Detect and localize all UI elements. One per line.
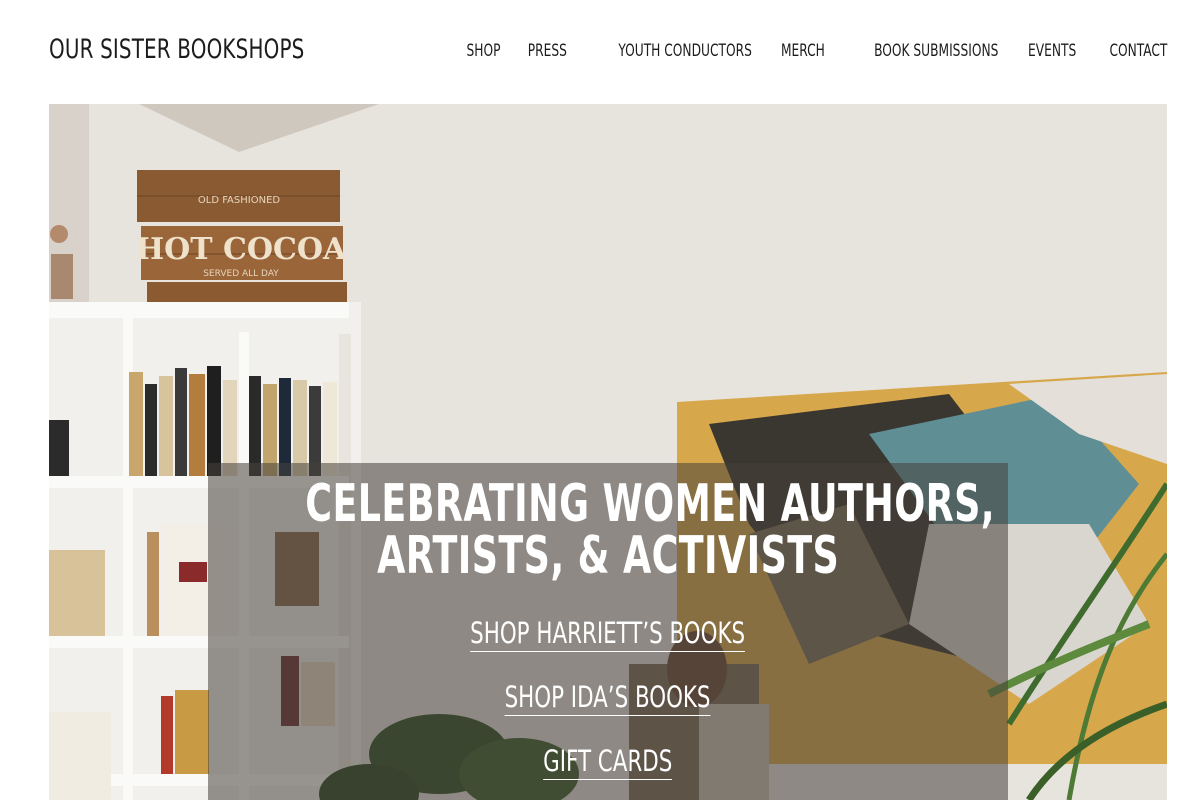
nav-shop[interactable]: SHOP — [466, 41, 500, 61]
site-header: OUR SISTER BOOKSHOPS SHOP PRESS YOUTH CO… — [0, 0, 1200, 104]
nav-contact[interactable]: CONTACT — [1109, 41, 1167, 61]
sign-text-main: HOT COCOA — [136, 232, 347, 267]
gift-cards-link[interactable]: GIFT CARDS — [543, 744, 673, 780]
cta-row-harriett: SHOP HARRIETT’S BOOKS — [208, 616, 1008, 652]
sign-text-sub: SERVED ALL DAY — [203, 269, 279, 279]
hero-headline: CELEBRATING WOMEN AUTHORS, ARTISTS, & AC… — [208, 478, 1008, 582]
cta-row-gift-cards: GIFT CARDS — [208, 744, 1008, 780]
sign-text-top: OLD FASHIONED — [198, 195, 280, 206]
shop-harriett-books-link[interactable]: SHOP HARRIETT’S BOOKS — [470, 616, 746, 652]
shop-ida-books-link[interactable]: SHOP IDA’S BOOKS — [505, 680, 711, 716]
site-logo[interactable]: OUR SISTER BOOKSHOPS — [49, 34, 304, 65]
nav-merch[interactable]: MERCH — [781, 41, 825, 61]
main-nav: SHOP PRESS YOUTH CONDUCTORS MERCH BOOK S… — [464, 41, 1167, 61]
cta-row-ida: SHOP IDA’S BOOKS — [208, 680, 1008, 716]
hero-headline-line2: ARTISTS, & ACTIVISTS — [376, 526, 840, 586]
nav-book-submissions[interactable]: BOOK SUBMISSIONS — [874, 41, 998, 61]
nav-youth-conductors[interactable]: YOUTH CONDUCTORS — [619, 41, 753, 61]
nav-events[interactable]: EVENTS — [1028, 41, 1076, 61]
hero-headline-line1: CELEBRATING WOMEN AUTHORS, — [305, 474, 996, 534]
nav-press[interactable]: PRESS — [528, 41, 567, 61]
